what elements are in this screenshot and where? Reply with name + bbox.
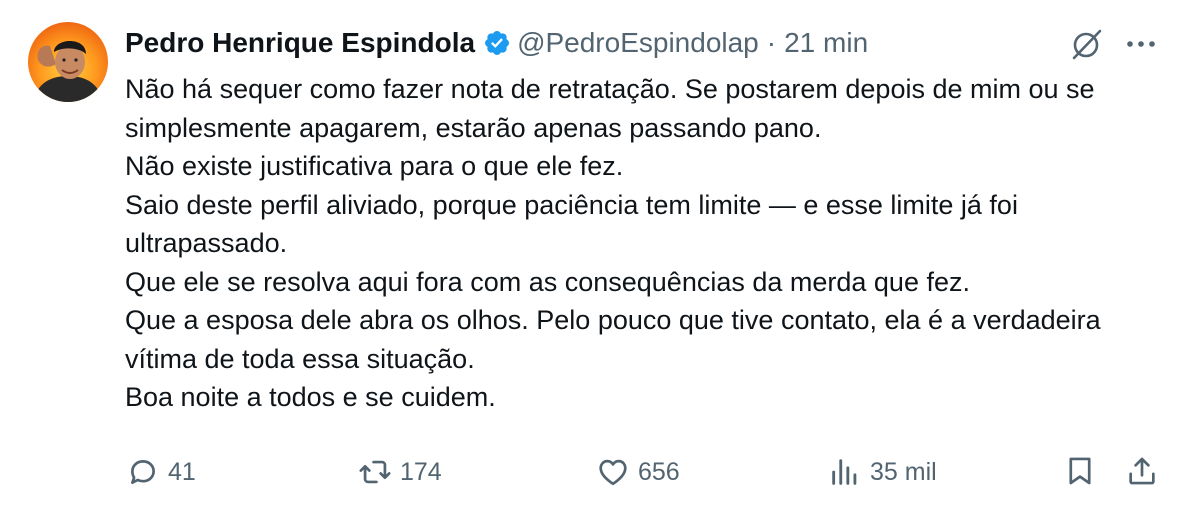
views-button[interactable]: 35 mil bbox=[828, 454, 937, 490]
tweet-paragraph: Não existe justificativa para o que ele … bbox=[125, 151, 624, 181]
retweet-button[interactable]: 174 bbox=[358, 454, 442, 490]
tweet-paragraph: Saio deste perfil aliviado, porque paciê… bbox=[125, 189, 1018, 259]
avatar[interactable] bbox=[28, 22, 108, 102]
tweet-timestamp[interactable]: 21 min bbox=[784, 26, 868, 60]
heart-icon bbox=[599, 459, 627, 486]
tweet-paragraph: Boa noite a todos e se cuidem. bbox=[125, 382, 496, 412]
tweet-paragraph: Que a esposa dele abra os olhos. Pelo po… bbox=[125, 305, 1101, 374]
share-icon[interactable] bbox=[1125, 454, 1159, 488]
separator-dot: · bbox=[766, 27, 777, 58]
bookmark-icon[interactable] bbox=[1063, 454, 1097, 488]
tweet-paragraph: Não há sequer como fazer nota de retrata… bbox=[125, 74, 1095, 143]
like-count: 656 bbox=[638, 457, 680, 486]
reply-button[interactable]: 41 bbox=[126, 454, 196, 490]
tweet-paragraph: Que ele se resolva aqui fora com as cons… bbox=[125, 266, 970, 297]
grok-icon[interactable] bbox=[1068, 26, 1104, 62]
verified-badge-icon bbox=[485, 31, 510, 55]
author-handle[interactable]: @PedroEspindolap bbox=[517, 26, 759, 60]
like-button[interactable]: 656 bbox=[596, 454, 680, 490]
reply-count: 41 bbox=[168, 457, 196, 486]
avatar-photo bbox=[34, 41, 102, 102]
reply-icon bbox=[131, 460, 155, 484]
retweet-count: 174 bbox=[400, 457, 442, 486]
tweet-text: Não há sequer como fazer nota de retrata… bbox=[125, 70, 1170, 417]
author-name[interactable]: Pedro Henrique Espindola bbox=[125, 26, 475, 60]
view-count: 35 mil bbox=[870, 457, 937, 486]
more-icon[interactable] bbox=[1124, 30, 1158, 58]
retweet-icon bbox=[359, 460, 391, 484]
tweet-actions: 41 174 656 35 mil bbox=[0, 448, 1192, 496]
tweet-header: Pedro Henrique Espindola @PedroEspindola… bbox=[125, 26, 868, 60]
views-icon bbox=[832, 459, 857, 485]
